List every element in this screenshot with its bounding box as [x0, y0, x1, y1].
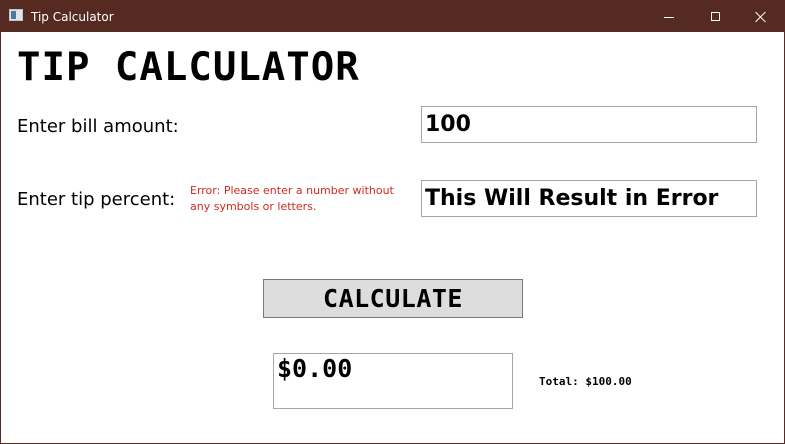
calculate-button[interactable]: CALCULATE — [263, 279, 523, 318]
close-button[interactable] — [738, 1, 784, 32]
close-icon — [755, 11, 767, 23]
page-title: TIP CALCULATOR — [17, 45, 360, 90]
title-bar[interactable]: Tip Calculator — [1, 1, 784, 32]
minimize-button[interactable] — [646, 1, 692, 32]
maximize-icon — [710, 12, 720, 21]
total-label: Total: $100.00 — [539, 375, 632, 388]
tip-percent-input[interactable] — [421, 180, 757, 217]
window-title: Tip Calculator — [31, 10, 114, 24]
maximize-button[interactable] — [692, 1, 738, 32]
app-window-icon — [9, 9, 23, 21]
bill-amount-label: Enter bill amount: — [17, 116, 179, 137]
tip-error-message: Error: Please enter a number without any… — [190, 184, 394, 213]
tip-percent-label: Enter tip percent: — [17, 189, 176, 210]
tip-result-box: $0.00 — [273, 353, 513, 409]
bill-amount-input[interactable] — [421, 106, 757, 143]
app-window: Tip Calculator TIP CALCULATOR Enter bill… — [0, 0, 785, 444]
minimize-icon — [664, 17, 674, 18]
